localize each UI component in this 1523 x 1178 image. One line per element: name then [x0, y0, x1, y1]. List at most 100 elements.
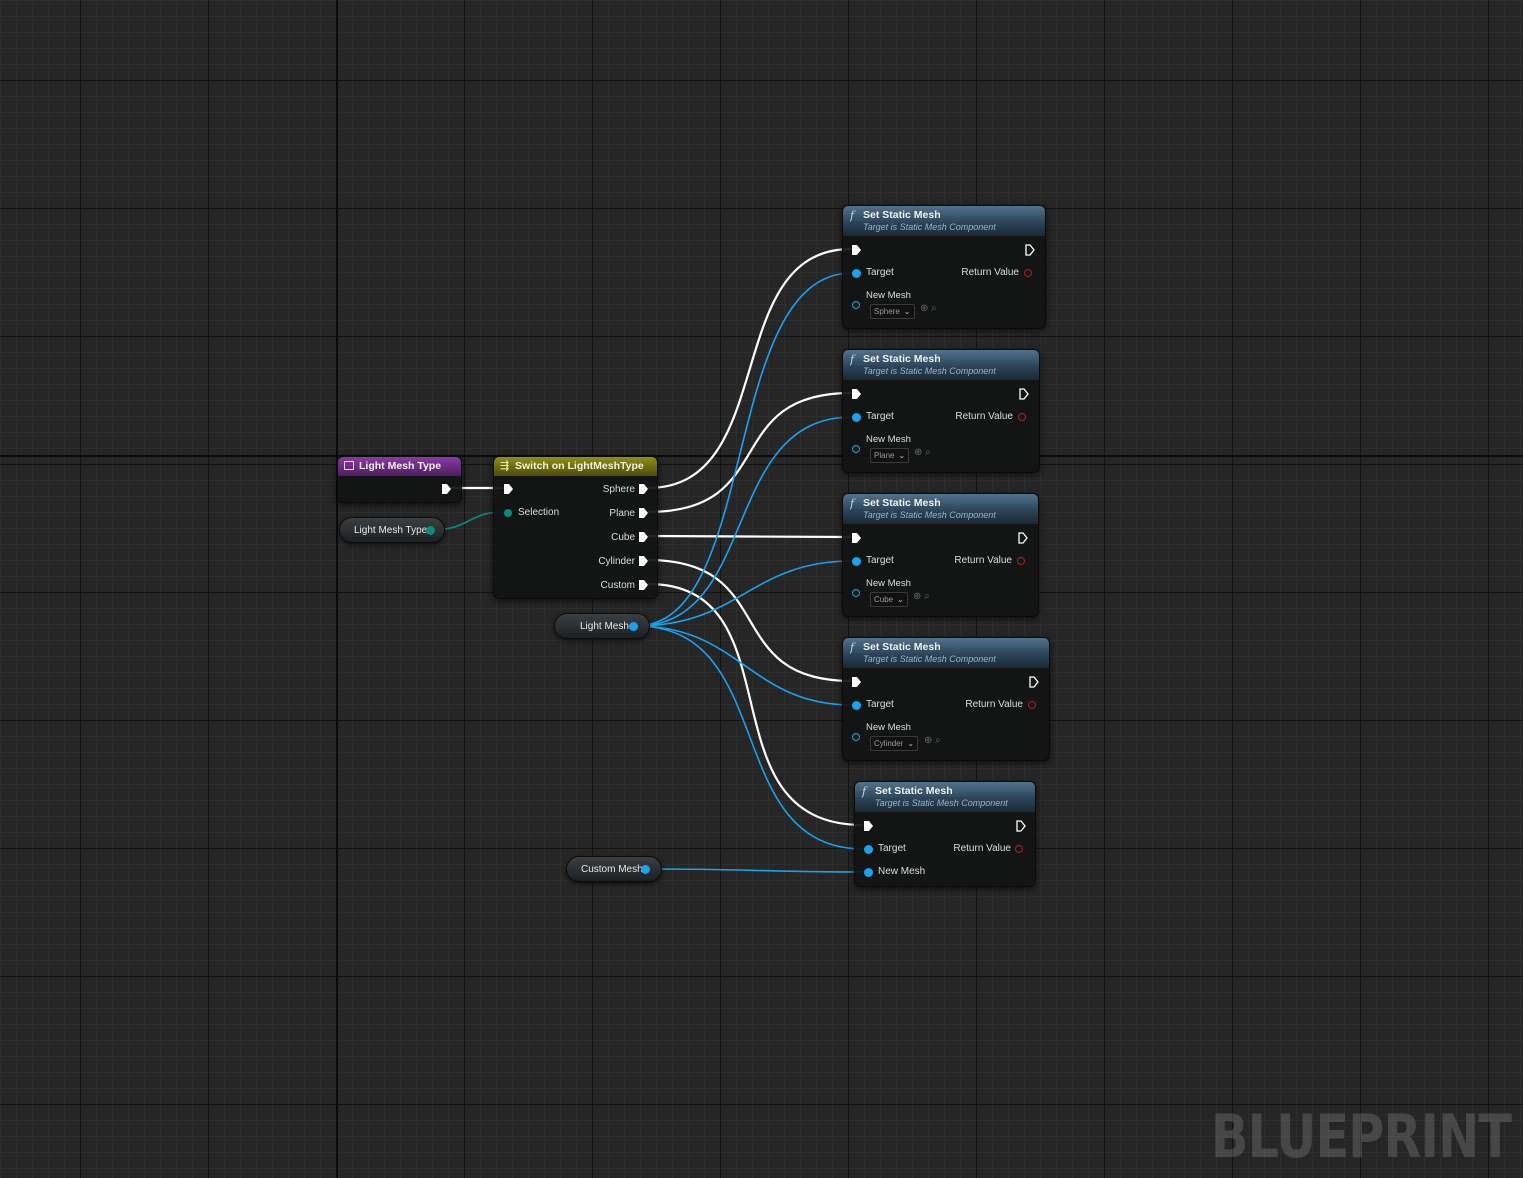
node-title: Set Static Mesh	[863, 353, 941, 365]
set-static-mesh-node-cube[interactable]: f Set Static Mesh Target is Static Mesh …	[842, 493, 1039, 617]
exec-output-pin-cylinder[interactable]	[639, 556, 648, 566]
exec-wire-cube[interactable]	[647, 534, 852, 539]
new-mesh-label: New Mesh	[866, 290, 911, 301]
exec-output-pin-cube[interactable]	[639, 532, 648, 542]
event-node-header: Light Mesh Type	[338, 457, 461, 476]
output-label-cube: Cube	[611, 532, 635, 543]
node-title: Set Static Mesh	[875, 785, 953, 797]
mesh-asset-dropdown[interactable]: Sphere ⌄	[870, 304, 915, 319]
new-mesh-label: New Mesh	[878, 866, 926, 877]
object-wire-target-1[interactable]	[635, 272, 853, 627]
exec-output-pin[interactable]	[1019, 388, 1029, 400]
dropdown-value: Plane	[874, 451, 895, 460]
target-input-pin[interactable]	[852, 413, 861, 422]
browse-asset-icons[interactable]: ⊕ ⌕	[914, 447, 931, 458]
object-output-pin[interactable]	[641, 865, 650, 874]
exec-output-pin[interactable]	[442, 484, 451, 494]
mesh-asset-dropdown[interactable]: Cylinder ⌄	[870, 736, 919, 751]
exec-output-pin[interactable]	[1029, 676, 1039, 688]
light-mesh-type-variable[interactable]: Light Mesh Type	[339, 517, 445, 543]
exec-output-pin-custom[interactable]	[639, 580, 648, 590]
exec-output-pin[interactable]	[1016, 820, 1026, 832]
new-mesh-input-pin[interactable]	[852, 733, 860, 741]
object-wire-target-4[interactable]	[635, 625, 853, 706]
set-static-mesh-node-plane[interactable]: f Set Static Mesh Target is Static Mesh …	[842, 349, 1040, 473]
exec-wire-cylinder[interactable]	[647, 558, 852, 683]
output-label-plane: Plane	[609, 508, 635, 519]
target-input-pin[interactable]	[852, 701, 861, 710]
enum-output-pin[interactable]	[426, 526, 435, 535]
function-icon: f	[850, 209, 855, 222]
exec-input-pin[interactable]	[852, 533, 861, 543]
exec-input-pin[interactable]	[852, 245, 861, 255]
function-icon: f	[850, 641, 855, 654]
browse-asset-icons[interactable]: ⊕ ⌕	[913, 591, 930, 602]
browse-asset-icons[interactable]: ⊕ ⌕	[920, 303, 937, 314]
mesh-asset-dropdown[interactable]: Plane ⌄	[870, 448, 910, 463]
exec-output-pin[interactable]	[1018, 532, 1028, 544]
event-icon	[344, 461, 354, 470]
new-mesh-input-pin[interactable]	[852, 301, 860, 309]
node-title: Set Static Mesh	[863, 497, 941, 509]
exec-input-pin[interactable]	[504, 484, 513, 494]
switch-on-lightmeshtype-node[interactable]: ⇶ Switch on LightMeshType Selection Sphe…	[493, 456, 658, 599]
output-label-sphere: Sphere	[602, 484, 635, 495]
output-label-cylinder: Cylinder	[598, 556, 635, 567]
exec-input-pin[interactable]	[852, 389, 861, 399]
function-node-header: f Set Static Mesh Target is Static Mesh …	[843, 638, 1049, 668]
return-value-pin[interactable]	[1028, 701, 1036, 709]
browse-asset-icons[interactable]: ⊕ ⌕	[924, 735, 941, 746]
node-title: Set Static Mesh	[863, 209, 941, 221]
return-value-label: Return Value	[953, 843, 1011, 854]
variable-label: Light Mesh Type	[354, 525, 428, 536]
variable-label: Light Mesh	[580, 621, 629, 632]
exec-output-pin-plane[interactable]	[639, 508, 648, 518]
new-mesh-input-pin[interactable]	[864, 868, 873, 877]
dropdown-value: Cylinder	[874, 739, 904, 748]
return-value-pin[interactable]	[1017, 557, 1025, 565]
target-label: Target	[866, 267, 894, 278]
switch-node-title: Switch on LightMeshType	[515, 460, 644, 472]
node-subtitle: Target is Static Mesh Component	[863, 366, 996, 376]
return-value-pin[interactable]	[1015, 845, 1023, 853]
target-input-pin[interactable]	[852, 269, 861, 278]
node-title: Set Static Mesh	[863, 641, 941, 653]
blueprint-watermark: BLUEPRINT	[1210, 1102, 1512, 1172]
target-input-pin[interactable]	[852, 557, 861, 566]
exec-output-pin-sphere[interactable]	[639, 484, 648, 494]
object-output-pin[interactable]	[629, 622, 638, 631]
new-mesh-input-pin[interactable]	[852, 589, 860, 597]
function-icon: f	[862, 785, 867, 798]
variable-label: Custom Mesh	[581, 864, 643, 875]
return-value-label: Return Value	[954, 555, 1012, 566]
mesh-asset-dropdown[interactable]: Cube ⌄	[870, 592, 908, 607]
target-label: Target	[866, 411, 894, 422]
set-static-mesh-node-cylinder[interactable]: f Set Static Mesh Target is Static Mesh …	[842, 637, 1050, 761]
wire-layer	[430, 247, 865, 873]
exec-wire-plane[interactable]	[647, 391, 852, 514]
return-value-pin[interactable]	[1024, 269, 1032, 277]
light-mesh-variable[interactable]: Light Mesh	[554, 613, 650, 639]
set-static-mesh-node-custom[interactable]: f Set Static Mesh Target is Static Mesh …	[854, 781, 1036, 887]
node-subtitle: Target is Static Mesh Component	[863, 510, 996, 520]
set-static-mesh-node-sphere[interactable]: f Set Static Mesh Target is Static Mesh …	[842, 205, 1046, 329]
dropdown-value: Cube	[874, 595, 894, 604]
selection-input-pin[interactable]	[504, 509, 512, 517]
function-icon: f	[850, 353, 855, 366]
return-value-label: Return Value	[961, 267, 1019, 278]
exec-input-pin[interactable]	[864, 821, 873, 831]
new-mesh-input-pin[interactable]	[852, 445, 860, 453]
new-mesh-label: New Mesh	[866, 434, 911, 445]
selection-label: Selection	[518, 507, 560, 518]
exec-output-pin[interactable]	[1025, 244, 1035, 256]
function-node-header: f Set Static Mesh Target is Static Mesh …	[843, 494, 1038, 524]
custom-mesh-variable[interactable]: Custom Mesh	[566, 856, 662, 882]
target-input-pin[interactable]	[864, 845, 873, 854]
object-wire-custom-mesh[interactable]	[647, 868, 865, 873]
blueprint-graph-canvas[interactable]: Light Mesh Type Light Mesh Type ⇶ Switch…	[0, 0, 1523, 1178]
object-wire-target-5[interactable]	[635, 625, 865, 850]
function-icon: f	[850, 497, 855, 510]
return-value-pin[interactable]	[1018, 413, 1026, 421]
exec-input-pin[interactable]	[852, 677, 861, 687]
light-mesh-type-event-node[interactable]: Light Mesh Type	[337, 456, 462, 503]
